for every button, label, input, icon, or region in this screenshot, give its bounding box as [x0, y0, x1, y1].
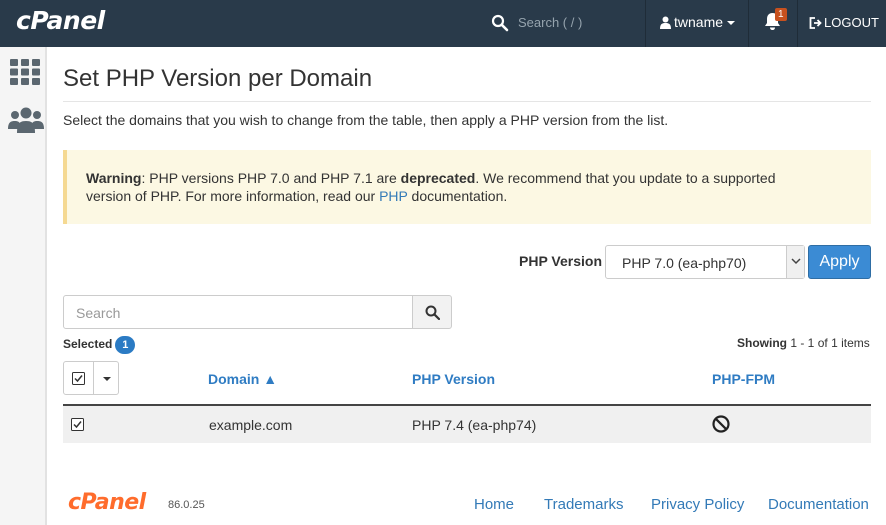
page-title: Set PHP Version per Domain — [63, 65, 373, 92]
deprecation-warning: Warning: PHP versions PHP 7.0 and PHP 7.… — [63, 150, 871, 224]
table-search-button[interactable] — [412, 295, 452, 329]
bulk-select-group — [63, 361, 119, 395]
column-header-php-fpm[interactable]: PHP-FPM — [712, 371, 775, 387]
footer-link-home[interactable]: Home — [474, 496, 514, 513]
divider — [63, 101, 871, 102]
php-version-select[interactable]: PHP 7.0 (ea-php70) — [605, 245, 805, 279]
row-checkbox[interactable] — [71, 418, 84, 431]
page-description: Select the domains that you wish to chan… — [63, 112, 669, 128]
select-all-checkbox[interactable] — [63, 361, 94, 395]
selected-label: Selected — [63, 337, 113, 351]
footer-link-privacy-policy[interactable]: Privacy Policy — [651, 496, 744, 513]
header-search-input[interactable]: Search ( / ) — [518, 15, 582, 30]
warning-text: version of PHP. For more information, re… — [86, 188, 380, 204]
chevron-down-icon — [727, 21, 736, 25]
warning-bold: deprecated — [400, 170, 476, 186]
sidebar — [0, 47, 47, 525]
footer-link-trademarks[interactable]: Trademarks — [544, 496, 623, 513]
pagination-summary: Showing 1 - 1 of 1 items — [737, 336, 870, 350]
column-header-domain[interactable]: Domain ▲ — [208, 371, 277, 387]
search-icon — [425, 305, 440, 320]
apply-button[interactable]: Apply — [808, 245, 871, 279]
user-menu[interactable]: twname — [660, 14, 736, 30]
showing-unit: items — [841, 336, 870, 350]
domain-cell: example.com — [209, 417, 293, 433]
table-row[interactable]: example.com PHP 7.4 (ea-php74) — [63, 406, 871, 443]
cpanel-logo[interactable]: cPanel — [16, 6, 105, 35]
version-number: 86.0.25 — [168, 499, 205, 511]
logout-icon — [809, 17, 822, 29]
divider — [645, 0, 646, 47]
column-header-php-version[interactable]: PHP Version — [412, 371, 495, 387]
warning-text: : PHP versions PHP 7.0 and PHP 7.1 are — [141, 170, 401, 186]
warning-text: documentation. — [407, 188, 508, 204]
showing-total: 1 — [831, 336, 838, 350]
divider — [748, 0, 749, 47]
ban-icon — [712, 415, 730, 433]
caret-down-icon — [103, 377, 111, 381]
logout-label: LOGOUT — [824, 15, 879, 30]
showing-range: 1 - 1 — [790, 336, 815, 350]
top-navbar: cPanel Search ( / ) twname 1 LOGOUT — [0, 0, 886, 47]
php-version-cell: PHP 7.4 (ea-php74) — [412, 417, 537, 433]
footer-cpanel-logo[interactable]: cPanel — [68, 490, 146, 515]
select-arrow[interactable] — [786, 246, 804, 278]
notification-badge: 1 — [775, 8, 787, 21]
grid-icon[interactable] — [10, 59, 40, 85]
table-search-input[interactable]: Search — [63, 295, 413, 329]
checkbox-checked-icon — [72, 372, 85, 385]
username: twname — [674, 14, 724, 30]
user-icon — [660, 16, 671, 29]
selected-badge: 1 — [115, 336, 136, 354]
warning-label: Warning — [86, 170, 142, 186]
chevron-down-icon — [791, 258, 801, 265]
footer-link-documentation[interactable]: Documentation — [768, 496, 869, 513]
users-icon[interactable] — [8, 107, 44, 135]
selected-count: Selected 1 — [63, 336, 136, 354]
bulk-select-dropdown[interactable] — [93, 361, 119, 395]
showing-label: Showing — [737, 336, 787, 350]
divider — [797, 0, 798, 47]
php-version-label: PHP Version — [519, 253, 603, 269]
php-docs-link[interactable]: PHP — [379, 188, 408, 204]
logout-button[interactable]: LOGOUT — [809, 15, 879, 30]
search-icon[interactable] — [491, 14, 509, 32]
warning-text: . We recommend that you update to a supp… — [475, 170, 776, 186]
showing-of: of — [817, 336, 828, 350]
php-version-selected: PHP 7.0 (ea-php70) — [622, 255, 747, 271]
